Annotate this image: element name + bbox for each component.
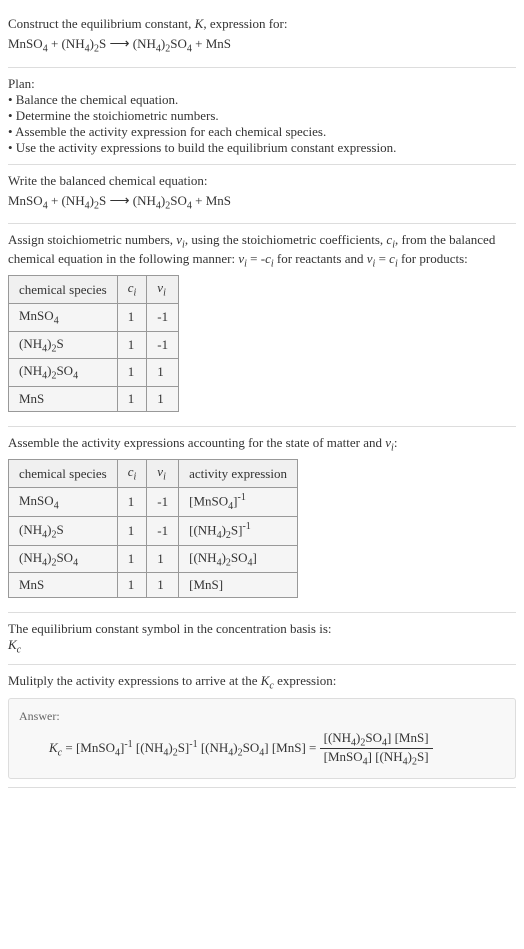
table-cell: 1 — [147, 545, 179, 573]
table-cell: 1 — [147, 386, 179, 411]
table-cell: 1 — [117, 487, 147, 516]
plan-section: Plan: • Balance the chemical equation. •… — [8, 68, 516, 165]
table-row: MnSO4 1 -1 [MnSO4]-1 — [9, 487, 298, 516]
table-row: MnS 1 1 — [9, 386, 179, 411]
table-cell: 1 — [117, 516, 147, 545]
table-cell: -1 — [147, 303, 179, 331]
table-cell: 1 — [117, 359, 147, 387]
table-header: chemical species — [9, 460, 118, 488]
plan-title: Plan: — [8, 76, 516, 92]
table-cell: MnS — [9, 386, 118, 411]
table-cell: 1 — [117, 331, 147, 359]
table-cell: (NH4)2S — [9, 516, 118, 545]
table-cell: -1 — [147, 487, 179, 516]
table-cell: 1 — [117, 386, 147, 411]
table-header: νi — [147, 276, 179, 304]
stoich-section: Assign stoichiometric numbers, νi, using… — [8, 224, 516, 427]
table-row: (NH4)2S 1 -1 [(NH4)2S]-1 — [9, 516, 298, 545]
activity-intro: Assemble the activity expressions accoun… — [8, 435, 516, 454]
symbol-value: Kc — [8, 637, 516, 656]
table-cell: [MnS] — [179, 573, 298, 598]
table-header: ci — [117, 276, 147, 304]
activity-section: Assemble the activity expressions accoun… — [8, 427, 516, 614]
table-cell: [(NH4)2S]-1 — [179, 516, 298, 545]
table-cell: MnS — [9, 573, 118, 598]
table-header-row: chemical species ci νi activity expressi… — [9, 460, 298, 488]
table-cell: 1 — [117, 303, 147, 331]
balanced-title: Write the balanced chemical equation: — [8, 173, 516, 189]
table-row: (NH4)2S 1 -1 — [9, 331, 179, 359]
fraction-numerator: [(NH4)2SO4] [MnS] — [320, 730, 433, 750]
table-cell: 1 — [117, 573, 147, 598]
answer-equation: Kc = [MnSO4]-1 [(NH4)2S]-1 [(NH4)2SO4] [… — [19, 730, 505, 768]
table-cell: [(NH4)2SO4] — [179, 545, 298, 573]
header-section: Construct the equilibrium constant, K, e… — [8, 8, 516, 68]
table-cell: (NH4)2SO4 — [9, 359, 118, 387]
table-cell: (NH4)2SO4 — [9, 545, 118, 573]
table-cell: (NH4)2S — [9, 331, 118, 359]
table-cell: 1 — [147, 359, 179, 387]
table-cell: MnSO4 — [9, 487, 118, 516]
table-row: (NH4)2SO4 1 1 [(NH4)2SO4] — [9, 545, 298, 573]
plan-item: • Assemble the activity expression for e… — [8, 124, 516, 140]
plan-item: • Determine the stoichiometric numbers. — [8, 108, 516, 124]
symbol-text: The equilibrium constant symbol in the c… — [8, 621, 516, 637]
activity-table: chemical species ci νi activity expressi… — [8, 459, 298, 598]
table-cell: [MnSO4]-1 — [179, 487, 298, 516]
answer-label: Answer: — [19, 709, 505, 724]
plan-item: • Use the activity expressions to build … — [8, 140, 516, 156]
table-row: MnS 1 1 [MnS] — [9, 573, 298, 598]
table-header-row: chemical species ci νi — [9, 276, 179, 304]
stoich-intro: Assign stoichiometric numbers, νi, using… — [8, 232, 516, 269]
table-header: activity expression — [179, 460, 298, 488]
table-cell: -1 — [147, 516, 179, 545]
header-text: Construct the equilibrium constant, K, e… — [8, 16, 516, 32]
table-header: ci — [117, 460, 147, 488]
header-equation: MnSO4 + (NH4)2S ⟶ (NH4)2SO4 + MnS — [8, 36, 516, 55]
plan-item: • Balance the chemical equation. — [8, 92, 516, 108]
balanced-equation: MnSO4 + (NH4)2S ⟶ (NH4)2SO4 + MnS — [8, 193, 516, 212]
table-row: (NH4)2SO4 1 1 — [9, 359, 179, 387]
table-cell: MnSO4 — [9, 303, 118, 331]
table-cell: 1 — [117, 545, 147, 573]
answer-box: Answer: Kc = [MnSO4]-1 [(NH4)2S]-1 [(NH4… — [8, 698, 516, 779]
multiply-section: Mulitply the activity expressions to arr… — [8, 665, 516, 788]
fraction-denominator: [MnSO4] [(NH4)2S] — [320, 749, 433, 768]
table-cell: 1 — [147, 573, 179, 598]
symbol-section: The equilibrium constant symbol in the c… — [8, 613, 516, 665]
stoich-table: chemical species ci νi MnSO4 1 -1 (NH4)2… — [8, 275, 179, 411]
multiply-text: Mulitply the activity expressions to arr… — [8, 673, 516, 692]
table-header: νi — [147, 460, 179, 488]
balanced-section: Write the balanced chemical equation: Mn… — [8, 165, 516, 225]
table-header: chemical species — [9, 276, 118, 304]
table-cell: -1 — [147, 331, 179, 359]
table-row: MnSO4 1 -1 — [9, 303, 179, 331]
answer-fraction: [(NH4)2SO4] [MnS] [MnSO4] [(NH4)2S] — [320, 730, 433, 768]
